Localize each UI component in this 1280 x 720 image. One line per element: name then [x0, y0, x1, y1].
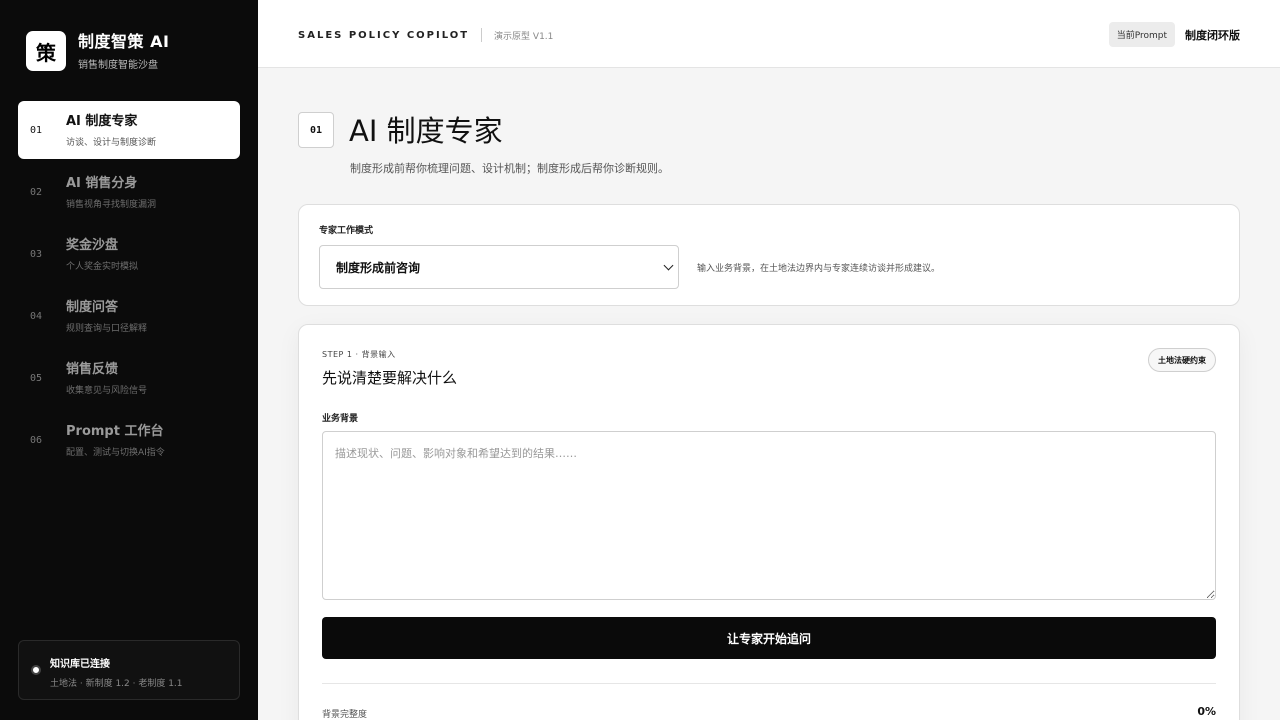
nav-desc: 销售视角寻找制度漏洞	[66, 199, 157, 210]
current-prompt-chip[interactable]: 当前Prompt	[1108, 22, 1175, 47]
sidebar-item-bonus-sandbox[interactable]: 03 奖金沙盘个人奖金实时模拟	[18, 225, 240, 283]
mode-card: 专家工作模式 制度形成前咨询 输入业务背景，在土地法边界内与专家连续访谈并形成建…	[298, 204, 1240, 306]
step-title: 先说清楚要解决什么	[322, 369, 458, 387]
nav-title: AI 销售分身	[66, 175, 138, 191]
version-label: 演示原型 V1.1	[494, 31, 554, 42]
prompt-mode-label: 制度闭环版	[1185, 28, 1240, 42]
sidebar-item-policy-qa[interactable]: 04 制度问答规则查询与口径解释	[18, 287, 240, 345]
nav-title: 销售反馈	[66, 361, 119, 377]
nav-desc: 规则查询与口径解释	[66, 323, 148, 334]
page-number-badge: 01	[298, 112, 334, 148]
nav-title: 制度问答	[66, 299, 119, 315]
chevron-down-icon	[663, 260, 674, 271]
completeness-label: 背景完整度	[322, 710, 368, 720]
brand-logo: 策	[26, 31, 66, 71]
sidebar: 策 制度智策 AI 销售制度智能沙盘 01 AI 制度专家访谈、设计与制度诊断 …	[0, 0, 258, 720]
nav-title: AI 制度专家	[66, 113, 138, 129]
sidebar-item-sales-feedback[interactable]: 05 销售反馈收集意见与风险信号	[18, 349, 240, 407]
nav-number: 02	[30, 186, 43, 198]
mode-hint: 输入业务背景，在土地法边界内与专家连续访谈并形成建议。	[697, 264, 941, 274]
kb-title: 知识库已连接	[50, 659, 110, 670]
mode-label: 专家工作模式	[319, 226, 374, 236]
sidebar-item-sales-avatar[interactable]: 02 AI 销售分身销售视角寻找制度漏洞	[18, 163, 240, 221]
divider	[322, 683, 1216, 684]
divider	[481, 28, 483, 42]
knowledge-base-status: 知识库已连接 土地法 · 新制度 1.2 · 老制度 1.1	[18, 640, 240, 700]
nav-desc: 访谈、设计与制度诊断	[66, 137, 157, 148]
nav-number: 04	[30, 310, 43, 322]
background-textarea[interactable]	[322, 431, 1216, 600]
nav-number: 01	[30, 124, 43, 136]
sidebar-nav: 01 AI 制度专家访谈、设计与制度诊断 02 AI 销售分身销售视角寻找制度漏…	[18, 101, 240, 473]
brand-name: 制度智策 AI	[78, 32, 170, 51]
step-label: STEP 1 · 背景输入	[322, 350, 396, 359]
nav-desc: 配置、测试与切换AI指令	[66, 447, 165, 458]
nav-title: Prompt 工作台	[66, 423, 164, 439]
step-card: STEP 1 · 背景输入 先说清楚要解决什么 土地法硬约束 业务背景 让专家开…	[298, 324, 1240, 720]
status-dot-icon	[31, 665, 41, 675]
mode-select[interactable]: 制度形成前咨询	[319, 245, 679, 289]
nav-desc: 个人奖金实时模拟	[66, 261, 139, 272]
nav-number: 06	[30, 434, 43, 446]
page-subtitle: 制度形成前帮你梳理问题、设计机制；制度形成后帮你诊断规则。	[350, 162, 669, 175]
kb-sources: 土地法 · 新制度 1.2 · 老制度 1.1	[50, 679, 183, 689]
page-title: AI 制度专家	[349, 114, 503, 148]
law-constraint-badge: 土地法硬约束	[1148, 348, 1216, 372]
sidebar-item-prompt-workbench[interactable]: 06 Prompt 工作台配置、测试与切换AI指令	[18, 411, 240, 469]
sidebar-item-policy-expert[interactable]: 01 AI 制度专家访谈、设计与制度诊断	[18, 101, 240, 159]
brand-subtitle: 销售制度智能沙盘	[78, 60, 158, 71]
nav-number: 05	[30, 372, 43, 384]
topbar: SALES POLICY COPILOT 演示原型 V1.1 当前Prompt …	[258, 0, 1280, 68]
nav-number: 03	[30, 248, 43, 260]
brand: 策 制度智策 AI 销售制度智能沙盘	[26, 31, 169, 71]
mode-select-value: 制度形成前咨询	[336, 260, 421, 275]
completeness-value: 0%	[1197, 705, 1216, 718]
main-content: 01 AI 制度专家 制度形成前帮你梳理问题、设计机制；制度形成后帮你诊断规则。…	[258, 68, 1280, 720]
app-title: SALES POLICY COPILOT	[298, 29, 470, 41]
nav-title: 奖金沙盘	[66, 237, 119, 253]
start-interview-button[interactable]: 让专家开始追问	[322, 617, 1216, 659]
background-label: 业务背景	[322, 414, 359, 424]
nav-desc: 收集意见与风险信号	[66, 385, 148, 396]
